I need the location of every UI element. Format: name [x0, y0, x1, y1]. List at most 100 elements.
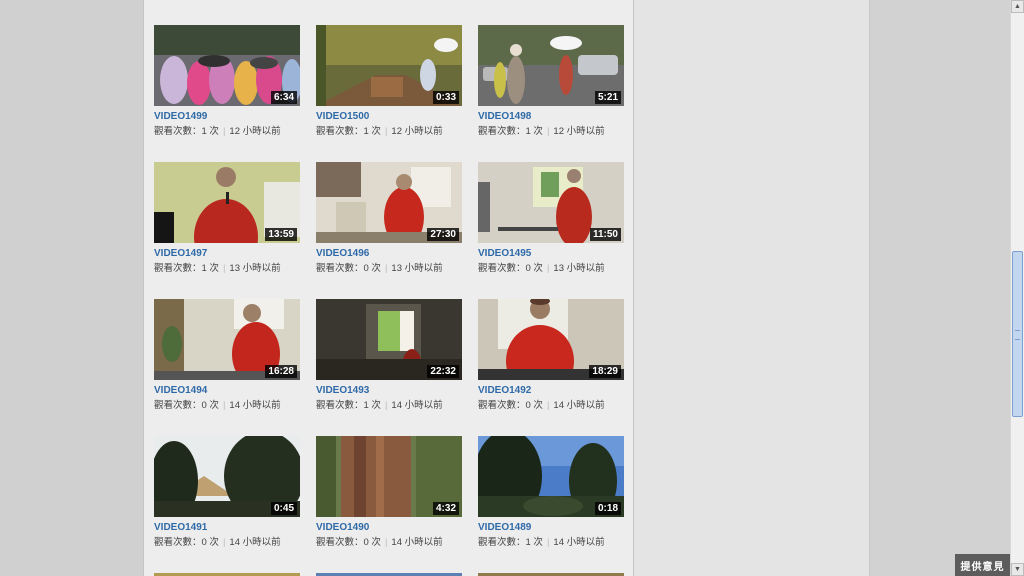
meta-separator: | — [546, 126, 550, 137]
sidebar-panel — [634, 0, 870, 576]
duration-badge: 27:30 — [427, 228, 459, 241]
video-title-link[interactable]: VIDEO1500 — [316, 111, 462, 123]
view-count: 觀看次數：1 次 — [316, 126, 381, 137]
duration-badge: 5:21 — [594, 91, 621, 104]
duration-badge: 4:32 — [432, 502, 459, 515]
video-card: 11:50 VIDEO1495 觀看次數：0 次 | 13 小時以前 — [478, 162, 624, 299]
view-count: 觀看次數：1 次 — [478, 126, 543, 137]
meta-separator: | — [546, 537, 550, 548]
video-thumbnail[interactable]: 16:28 — [154, 299, 300, 380]
video-thumbnail[interactable]: 22:32 — [316, 299, 462, 380]
view-count: 觀看次數：0 次 — [154, 537, 219, 548]
video-title-link[interactable]: VIDEO1495 — [478, 248, 624, 260]
upload-age: 12 小時以前 — [553, 126, 605, 137]
video-title-link[interactable]: VIDEO1492 — [478, 385, 624, 397]
right-gutter — [870, 0, 1010, 576]
video-title-link[interactable]: VIDEO1499 — [154, 111, 300, 123]
video-thumbnail[interactable]: 6:34 — [154, 25, 300, 106]
view-count: 觀看次數：1 次 — [316, 400, 381, 411]
duration-badge: 13:59 — [265, 228, 297, 241]
video-card: 0:33 VIDEO1500 觀看次數：1 次 | 12 小時以前 — [316, 25, 462, 162]
video-title-link[interactable]: VIDEO1490 — [316, 522, 462, 534]
feedback-button[interactable]: 提供意見 — [955, 554, 1010, 576]
view-count: 觀看次數：1 次 — [154, 263, 219, 274]
view-count: 觀看次數：0 次 — [154, 400, 219, 411]
upload-age: 14 小時以前 — [391, 400, 443, 411]
view-count: 觀看次數：0 次 — [478, 400, 543, 411]
video-card: 22:32 VIDEO1493 觀看次數：1 次 | 14 小時以前 — [316, 299, 462, 436]
meta-separator: | — [222, 263, 226, 274]
video-thumbnail[interactable]: 11:50 — [478, 162, 624, 243]
upload-age: 14 小時以前 — [229, 400, 281, 411]
upload-age: 13 小時以前 — [391, 263, 443, 274]
video-meta: 觀看次數：1 次 | 13 小時以前 — [154, 263, 300, 275]
video-thumbnail[interactable]: 13:59 — [154, 162, 300, 243]
upload-age: 14 小時以前 — [229, 537, 281, 548]
meta-separator: | — [222, 126, 226, 137]
video-card: 6:34 VIDEO1499 觀看次數：1 次 | 12 小時以前 — [154, 25, 300, 162]
video-card: 18:29 VIDEO1492 觀看次數：0 次 | 14 小時以前 — [478, 299, 624, 436]
video-card: 13:59 VIDEO1497 觀看次數：1 次 | 13 小時以前 — [154, 162, 300, 299]
video-list-panel: 6:34 VIDEO1499 觀看次數：1 次 | 12 小時以前 0:33 VID… — [143, 0, 634, 576]
duration-badge: 0:18 — [594, 502, 621, 515]
video-title-link[interactable]: VIDEO1493 — [316, 385, 462, 397]
upload-age: 12 小時以前 — [391, 126, 443, 137]
video-title-link[interactable]: VIDEO1496 — [316, 248, 462, 260]
video-thumbnail[interactable]: 5:21 — [478, 25, 624, 106]
video-title-link[interactable]: VIDEO1494 — [154, 385, 300, 397]
scroll-down-arrow-icon[interactable]: ▼ — [1011, 563, 1024, 576]
meta-separator: | — [384, 400, 388, 411]
duration-badge: 0:45 — [270, 502, 297, 515]
video-meta: 觀看次數：1 次 | 12 小時以前 — [316, 126, 462, 138]
video-card: 16:28 VIDEO1494 觀看次數：0 次 | 14 小時以前 — [154, 299, 300, 436]
view-count: 觀看次數：1 次 — [478, 537, 543, 548]
video-card: 0:18 VIDEO1489 觀看次數：1 次 | 14 小時以前 — [478, 436, 624, 573]
video-thumbnail[interactable]: 18:29 — [478, 299, 624, 380]
meta-separator: | — [222, 537, 226, 548]
video-meta: 觀看次數：0 次 | 14 小時以前 — [316, 537, 462, 549]
upload-age: 14 小時以前 — [553, 537, 605, 548]
video-meta: 觀看次數：0 次 | 14 小時以前 — [154, 537, 300, 549]
video-thumbnail[interactable]: 0:45 — [154, 436, 300, 517]
meta-separator: | — [384, 537, 388, 548]
upload-age: 14 小時以前 — [553, 400, 605, 411]
view-count: 觀看次數：0 次 — [478, 263, 543, 274]
video-meta: 觀看次數：0 次 | 13 小時以前 — [316, 263, 462, 275]
video-meta: 觀看次數：1 次 | 14 小時以前 — [478, 537, 624, 549]
video-thumbnail[interactable]: 0:33 — [316, 25, 462, 106]
view-count: 觀看次數：0 次 — [316, 263, 381, 274]
video-card: 27:30 VIDEO1496 觀看次數：0 次 | 13 小時以前 — [316, 162, 462, 299]
duration-badge: 6:34 — [270, 91, 297, 104]
upload-age: 13 小時以前 — [553, 263, 605, 274]
video-thumbnail[interactable]: 0:18 — [478, 436, 624, 517]
video-thumbnail[interactable]: 27:30 — [316, 162, 462, 243]
upload-age: 13 小時以前 — [229, 263, 281, 274]
video-card: 4:32 VIDEO1490 觀看次數：0 次 | 14 小時以前 — [316, 436, 462, 573]
video-meta: 觀看次數：0 次 | 14 小時以前 — [478, 400, 624, 412]
scroll-up-arrow-icon[interactable]: ▲ — [1011, 0, 1024, 13]
left-gutter — [0, 0, 143, 576]
meta-separator: | — [546, 263, 550, 274]
video-meta: 觀看次數：0 次 | 13 小時以前 — [478, 263, 624, 275]
video-title-link[interactable]: VIDEO1498 — [478, 111, 624, 123]
duration-badge: 16:28 — [265, 365, 297, 378]
scrollbar-thumb[interactable] — [1012, 251, 1023, 417]
duration-badge: 18:29 — [589, 365, 621, 378]
video-title-link[interactable]: VIDEO1489 — [478, 522, 624, 534]
duration-badge: 0:33 — [432, 91, 459, 104]
meta-separator: | — [384, 263, 388, 274]
meta-separator: | — [222, 400, 226, 411]
vertical-scrollbar[interactable]: ▲ ▼ — [1010, 0, 1024, 576]
upload-age: 14 小時以前 — [391, 537, 443, 548]
scrollbar-grip-icon — [1015, 330, 1020, 340]
video-grid: 6:34 VIDEO1499 觀看次數：1 次 | 12 小時以前 0:33 VID… — [154, 25, 624, 573]
duration-badge: 11:50 — [589, 228, 621, 241]
page: 6:34 VIDEO1499 觀看次數：1 次 | 12 小時以前 0:33 VID… — [0, 0, 1024, 576]
video-meta: 觀看次數：1 次 | 12 小時以前 — [154, 126, 300, 138]
video-title-link[interactable]: VIDEO1497 — [154, 248, 300, 260]
video-title-link[interactable]: VIDEO1491 — [154, 522, 300, 534]
video-card: 5:21 VIDEO1498 觀看次數：1 次 | 12 小時以前 — [478, 25, 624, 162]
meta-separator: | — [546, 400, 550, 411]
video-thumbnail[interactable]: 4:32 — [316, 436, 462, 517]
duration-badge: 22:32 — [427, 365, 459, 378]
